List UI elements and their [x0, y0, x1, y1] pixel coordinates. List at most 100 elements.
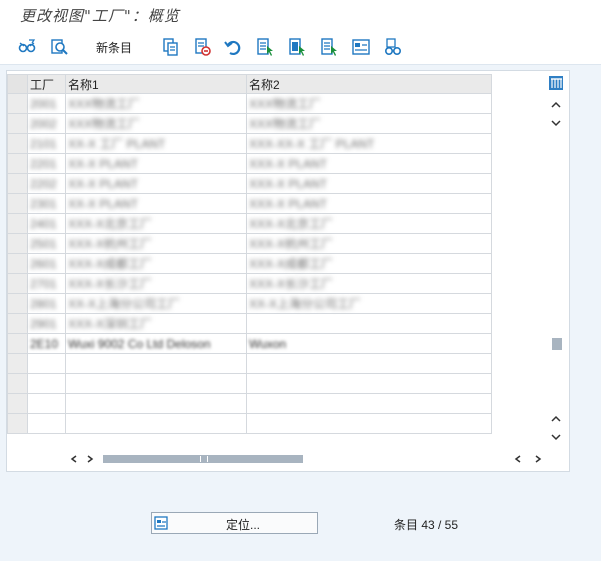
- row-selector[interactable]: [7, 153, 28, 174]
- row-selector[interactable]: [7, 273, 28, 294]
- plant-cell[interactable]: [27, 393, 66, 414]
- name2-cell[interactable]: XXX-X PLANT: [246, 153, 492, 174]
- scroll-left-icon[interactable]: [67, 453, 81, 465]
- row-selector[interactable]: [7, 133, 28, 154]
- horizontal-scrollbar[interactable]: [65, 451, 555, 467]
- plant-cell[interactable]: [27, 373, 66, 394]
- row-selector[interactable]: [7, 353, 28, 374]
- name1-cell[interactable]: XX-X PLANT: [65, 193, 247, 214]
- table-row[interactable]: 2201 XX-X PLANT XXX-X PLANT: [7, 153, 492, 174]
- row-selector[interactable]: [7, 313, 28, 334]
- name2-cell[interactable]: XXX-X PLANT: [246, 173, 492, 194]
- table-row[interactable]: 2801 XX-X上海分公司工厂 XX-X上海分公司工厂: [7, 293, 492, 314]
- row-selector[interactable]: [7, 393, 28, 414]
- table-row[interactable]: 2001 XXX物流工厂 XXX物流工厂: [7, 93, 492, 114]
- plant-cell[interactable]: 2301: [27, 193, 66, 214]
- row-selector[interactable]: [7, 213, 28, 234]
- scroll-right-end-icon[interactable]: [531, 453, 545, 465]
- name2-cell[interactable]: XXX-X杭州工厂: [246, 233, 492, 254]
- column-header-plant[interactable]: 工厂: [27, 74, 66, 94]
- vertical-scroll-thumb[interactable]: [552, 338, 562, 350]
- name1-cell[interactable]: XXX-X深圳工厂: [65, 313, 247, 334]
- deselect-all-icon[interactable]: [318, 36, 340, 58]
- name2-cell[interactable]: Wuxon: [246, 333, 492, 354]
- name2-cell[interactable]: [246, 373, 492, 394]
- row-selector[interactable]: [7, 413, 28, 434]
- plant-cell[interactable]: 2501: [27, 233, 66, 254]
- name2-cell[interactable]: [246, 413, 492, 434]
- table-row[interactable]: [7, 413, 492, 434]
- name2-cell[interactable]: XXX-X PLANT: [246, 193, 492, 214]
- name2-cell[interactable]: XXX物流工厂: [246, 113, 492, 134]
- table-row[interactable]: 2401 XXX-X北京工厂 XXX-X北京工厂: [7, 213, 492, 234]
- horizontal-scroll-thumb[interactable]: [103, 455, 303, 463]
- scroll-down-icon[interactable]: [547, 115, 565, 131]
- name1-cell[interactable]: XXX物流工厂: [65, 113, 247, 134]
- new-entries-button[interactable]: 新条目: [96, 39, 132, 56]
- name1-cell[interactable]: [65, 413, 247, 434]
- row-selector[interactable]: [7, 373, 28, 394]
- plant-cell[interactable]: 2801: [27, 293, 66, 314]
- table-row[interactable]: 2301 XX-X PLANT XXX-X PLANT: [7, 193, 492, 214]
- name1-cell[interactable]: XXX-X长沙工厂: [65, 273, 247, 294]
- vertical-scrollbar[interactable]: [547, 75, 565, 450]
- name2-cell[interactable]: [246, 313, 492, 334]
- row-selector[interactable]: [7, 193, 28, 214]
- name1-cell[interactable]: XXX-X北京工厂: [65, 213, 247, 234]
- name2-cell[interactable]: [246, 353, 492, 374]
- select-all-entries-icon[interactable]: [286, 36, 308, 58]
- copy-icon[interactable]: [160, 36, 182, 58]
- select-block-icon[interactable]: [254, 36, 276, 58]
- plant-cell[interactable]: 2001: [27, 93, 66, 114]
- table-row[interactable]: 2002 XXX物流工厂 XXX物流工厂: [7, 113, 492, 134]
- name2-cell[interactable]: XXX-X长沙工厂: [246, 273, 492, 294]
- name1-cell[interactable]: XXX物流工厂: [65, 93, 247, 114]
- column-layout-icon[interactable]: [547, 75, 565, 91]
- table-row[interactable]: [7, 353, 492, 374]
- name2-cell[interactable]: XXX-X北京工厂: [246, 213, 492, 234]
- table-row[interactable]: 2101 XX-X 工厂 PLANT XXX-XX-X 工厂 PLANT: [7, 133, 492, 154]
- name1-cell[interactable]: [65, 353, 247, 374]
- scroll-right-icon[interactable]: [83, 453, 97, 465]
- scroll-up-bottom-icon[interactable]: [547, 411, 565, 427]
- row-selector[interactable]: [7, 93, 28, 114]
- scroll-down-bottom-icon[interactable]: [547, 429, 565, 445]
- plant-cell[interactable]: 2E10: [27, 333, 66, 354]
- table-row[interactable]: 2202 XX-X PLANT XXX-X PLANT: [7, 173, 492, 194]
- scroll-up-icon[interactable]: [547, 97, 565, 113]
- delete-icon[interactable]: [191, 36, 213, 58]
- table-row[interactable]: 2901 XXX-X深圳工厂: [7, 313, 492, 334]
- row-selector[interactable]: [7, 233, 28, 254]
- name1-cell[interactable]: XX-X PLANT: [65, 153, 247, 174]
- plant-cell[interactable]: 2201: [27, 153, 66, 174]
- plant-cell[interactable]: [27, 413, 66, 434]
- name2-cell[interactable]: XXX-X成都工厂: [246, 253, 492, 274]
- row-selector[interactable]: [7, 333, 28, 354]
- row-selector[interactable]: [7, 253, 28, 274]
- undo-icon[interactable]: [222, 36, 244, 58]
- plant-cell[interactable]: 2601: [27, 253, 66, 274]
- table-row[interactable]: 2501 XXX-X杭州工厂 XXX-X杭州工厂: [7, 233, 492, 254]
- glasses-icon[interactable]: [382, 36, 404, 58]
- table-row[interactable]: 2601 XXX-X成都工厂 XXX-X成都工厂: [7, 253, 492, 274]
- row-selector[interactable]: [7, 293, 28, 314]
- plant-cell[interactable]: 2101: [27, 133, 66, 154]
- column-header-name1[interactable]: 名称1: [65, 74, 247, 94]
- name1-cell[interactable]: XXX-X成都工厂: [65, 253, 247, 274]
- scroll-left-end-icon[interactable]: [511, 453, 525, 465]
- name1-cell[interactable]: XX-X 工厂 PLANT: [65, 133, 247, 154]
- plant-cell[interactable]: 2701: [27, 273, 66, 294]
- name1-cell[interactable]: Wuxi 9002 Co Ltd Deloson: [65, 333, 247, 354]
- name2-cell[interactable]: XXX物流工厂: [246, 93, 492, 114]
- plant-cell[interactable]: 2901: [27, 313, 66, 334]
- name1-cell[interactable]: [65, 373, 247, 394]
- name2-cell[interactable]: [246, 393, 492, 414]
- name1-cell[interactable]: XX-X上海分公司工厂: [65, 293, 247, 314]
- name1-cell[interactable]: XXX-X杭州工厂: [65, 233, 247, 254]
- table-row[interactable]: [7, 373, 492, 394]
- table-row[interactable]: 2E10 Wuxi 9002 Co Ltd Deloson Wuxon: [7, 333, 492, 354]
- name1-cell[interactable]: [65, 393, 247, 414]
- select-all-icon[interactable]: [48, 36, 70, 58]
- row-selector[interactable]: [7, 113, 28, 134]
- plant-cell[interactable]: 2202: [27, 173, 66, 194]
